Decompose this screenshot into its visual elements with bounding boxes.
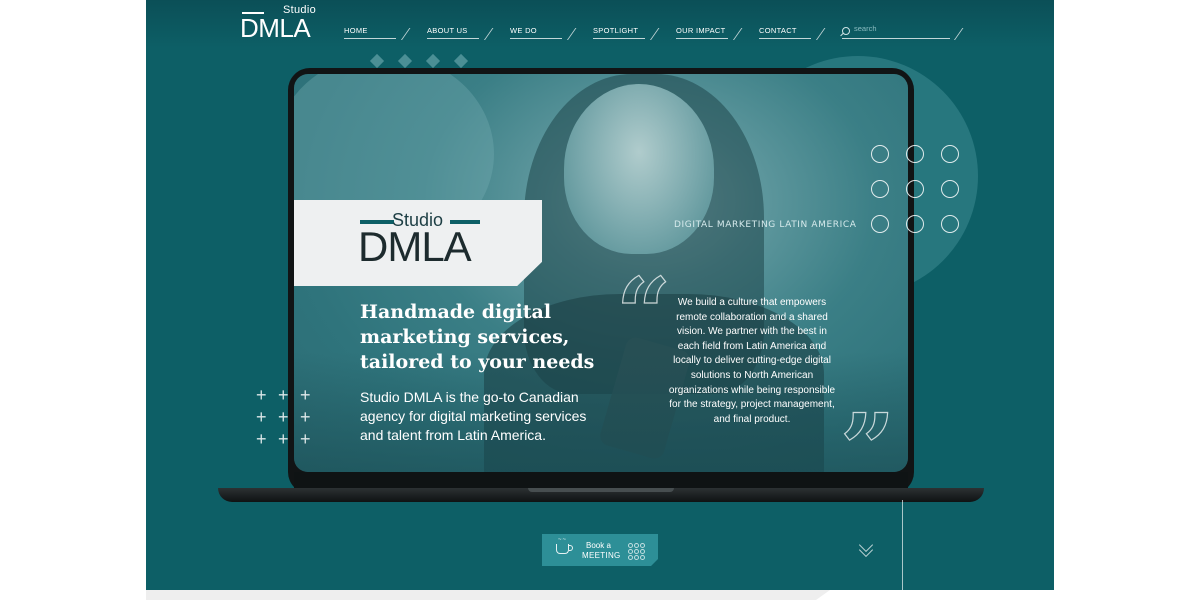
plus-icon: + [278, 407, 289, 427]
book-meeting-button[interactable]: ~~ Book a MEETING [542, 534, 658, 566]
hero-tagline: DIGITAL MARKETING LATIN AMERICA [674, 220, 857, 230]
diamond-shape [425, 53, 441, 69]
open-quote-icon: “ [615, 257, 672, 370]
book-meeting-line2: MEETING [582, 551, 621, 560]
plus-icon: + [256, 407, 267, 427]
ring-shape [871, 145, 889, 163]
nav-item-label: ABOUT US [427, 26, 468, 35]
ring-shape [906, 180, 924, 198]
diamond-shape [369, 53, 385, 69]
plus-icon: + [300, 385, 311, 405]
laptop-base [218, 488, 984, 502]
book-meeting-line1: Book a [586, 541, 611, 550]
nav-item-our-impact[interactable]: OUR IMPACT [676, 26, 743, 40]
ring-shape [906, 215, 924, 233]
nav-item-label: SPOTLIGHT [593, 26, 639, 35]
nav-item-contact[interactable]: CONTACT [759, 26, 826, 40]
plus-icon: + [256, 429, 267, 449]
dots-icon [628, 543, 648, 560]
ring-shape [941, 215, 959, 233]
close-quote-icon: ” [839, 393, 896, 472]
nav-item-spotlight[interactable]: SPOTLIGHT [593, 26, 660, 40]
ring-shape [871, 180, 889, 198]
plus-icon: + [300, 429, 311, 449]
divider-line [902, 500, 903, 590]
nav-item-about-us[interactable]: ABOUT US [427, 26, 494, 40]
nav-item-we-do[interactable]: WE DO [510, 26, 577, 40]
plus-icon: + [300, 407, 311, 427]
search-icon[interactable] [842, 27, 850, 35]
nav-item-label: CONTACT [759, 26, 797, 35]
card-dmla-text: DMLA [358, 223, 472, 270]
search-box [842, 24, 964, 40]
coffee-cup-icon [556, 544, 573, 554]
nav-item-label: HOME [344, 26, 368, 35]
ring-shape [941, 145, 959, 163]
nav-item-label: OUR IMPACT [676, 26, 726, 35]
plus-icon: + [278, 385, 289, 405]
ring-shape [906, 145, 924, 163]
scroll-down-icon[interactable] [858, 537, 876, 558]
brand-card: Studio DMLA [294, 200, 542, 286]
search-input[interactable] [854, 24, 944, 33]
hero-subtext: Studio DMLA is the go-to Canadian agency… [360, 389, 587, 443]
hero-headline: Handmade digital marketing services, tai… [360, 301, 595, 373]
diamond-shape [453, 53, 469, 69]
logo-dmla-text: DMLA [240, 13, 311, 43]
footer-strip [146, 590, 830, 600]
ring-shape [871, 215, 889, 233]
nav-item-label: WE DO [510, 26, 537, 35]
nav-item-home[interactable]: HOME [344, 26, 411, 40]
plus-icon: + [278, 429, 289, 449]
diamond-shape [397, 53, 413, 69]
ring-shape [941, 180, 959, 198]
laptop-screen: Studio DMLA Handmade digital marketing s… [294, 74, 908, 472]
hero-quote: We build a culture that empowers remote … [668, 297, 836, 425]
laptop-mockup: Studio DMLA Handmade digital marketing s… [288, 68, 914, 494]
plus-icon: + [256, 385, 267, 405]
hero-section: Studio DMLA HOME ABOUT US WE DO SPOTLIGH… [146, 0, 1054, 590]
